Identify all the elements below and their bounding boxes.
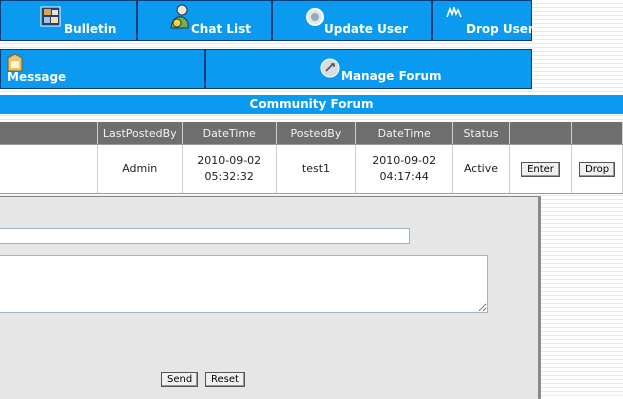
header-status: Status	[452, 122, 510, 145]
last-datetime-cell: 2010-09-02 05:32:32	[182, 144, 277, 194]
posted-by-cell: test1	[276, 144, 357, 194]
reset-button[interactable]: Reset	[205, 372, 245, 387]
nav-manage-forum[interactable]: Manage Forum	[205, 49, 532, 89]
update-user-icon	[305, 6, 325, 31]
last-posted-by-cell: Admin	[97, 144, 183, 194]
nav-update-user[interactable]: Update User	[272, 0, 432, 41]
nav-manage-forum-label: Manage Forum	[341, 69, 442, 83]
community-forum-title: Community Forum	[0, 95, 623, 114]
topic-cell	[0, 144, 98, 194]
datetime-cell: 2010-09-02 04:17:44	[355, 144, 454, 194]
status-cell: Active	[452, 144, 510, 194]
header-last-posted-by: LastPostedBy	[97, 122, 183, 145]
chat-list-icon	[169, 4, 191, 33]
datetime-time: 04:17:44	[379, 170, 429, 183]
header-posted-by: PostedBy	[276, 122, 357, 145]
drop-button[interactable]: Drop	[579, 162, 616, 177]
nav-bulletin[interactable]: Bulletin	[0, 0, 137, 41]
message-textarea[interactable]	[0, 255, 488, 313]
compose-divider	[0, 196, 541, 197]
nav-chat-list[interactable]: Chat List	[137, 0, 272, 41]
nav-drop-user-label: Drop User	[466, 22, 534, 36]
last-datetime-date: 2010-09-02	[197, 154, 262, 167]
nav-message[interactable]: Message	[0, 49, 205, 89]
drop-user-icon	[446, 5, 462, 22]
nav-chat-list-label: Chat List	[191, 22, 251, 36]
header-blank	[0, 122, 98, 145]
header-datetime: DateTime	[355, 122, 454, 145]
nav-bulletin-label: Bulletin	[64, 22, 117, 36]
header-drop-col	[571, 122, 623, 145]
compose-panel: Send Reset	[0, 196, 541, 399]
last-datetime-time: 05:32:32	[204, 170, 254, 183]
subject-input[interactable]	[0, 228, 410, 244]
datetime-date: 2010-09-02	[372, 154, 437, 167]
table-header-row: LastPostedBy DateTime PostedBy DateTime …	[0, 122, 623, 145]
bulletin-icon	[40, 6, 61, 30]
nav-message-label: Message	[7, 70, 67, 84]
header-last-datetime: DateTime	[182, 122, 277, 145]
nav-update-user-label: Update User	[324, 22, 409, 36]
table-row: Admin 2010-09-02 05:32:32 test1 2010-09-…	[0, 144, 623, 194]
manage-forum-icon	[320, 58, 340, 81]
send-button[interactable]: Send	[161, 372, 199, 387]
drop-cell: Drop	[571, 144, 623, 194]
forum-table: LastPostedBy DateTime PostedBy DateTime …	[0, 122, 623, 194]
enter-button[interactable]: Enter	[521, 162, 560, 177]
enter-cell: Enter	[509, 144, 573, 194]
header-enter-col	[509, 122, 573, 145]
nav-drop-user[interactable]: Drop User	[432, 0, 534, 41]
